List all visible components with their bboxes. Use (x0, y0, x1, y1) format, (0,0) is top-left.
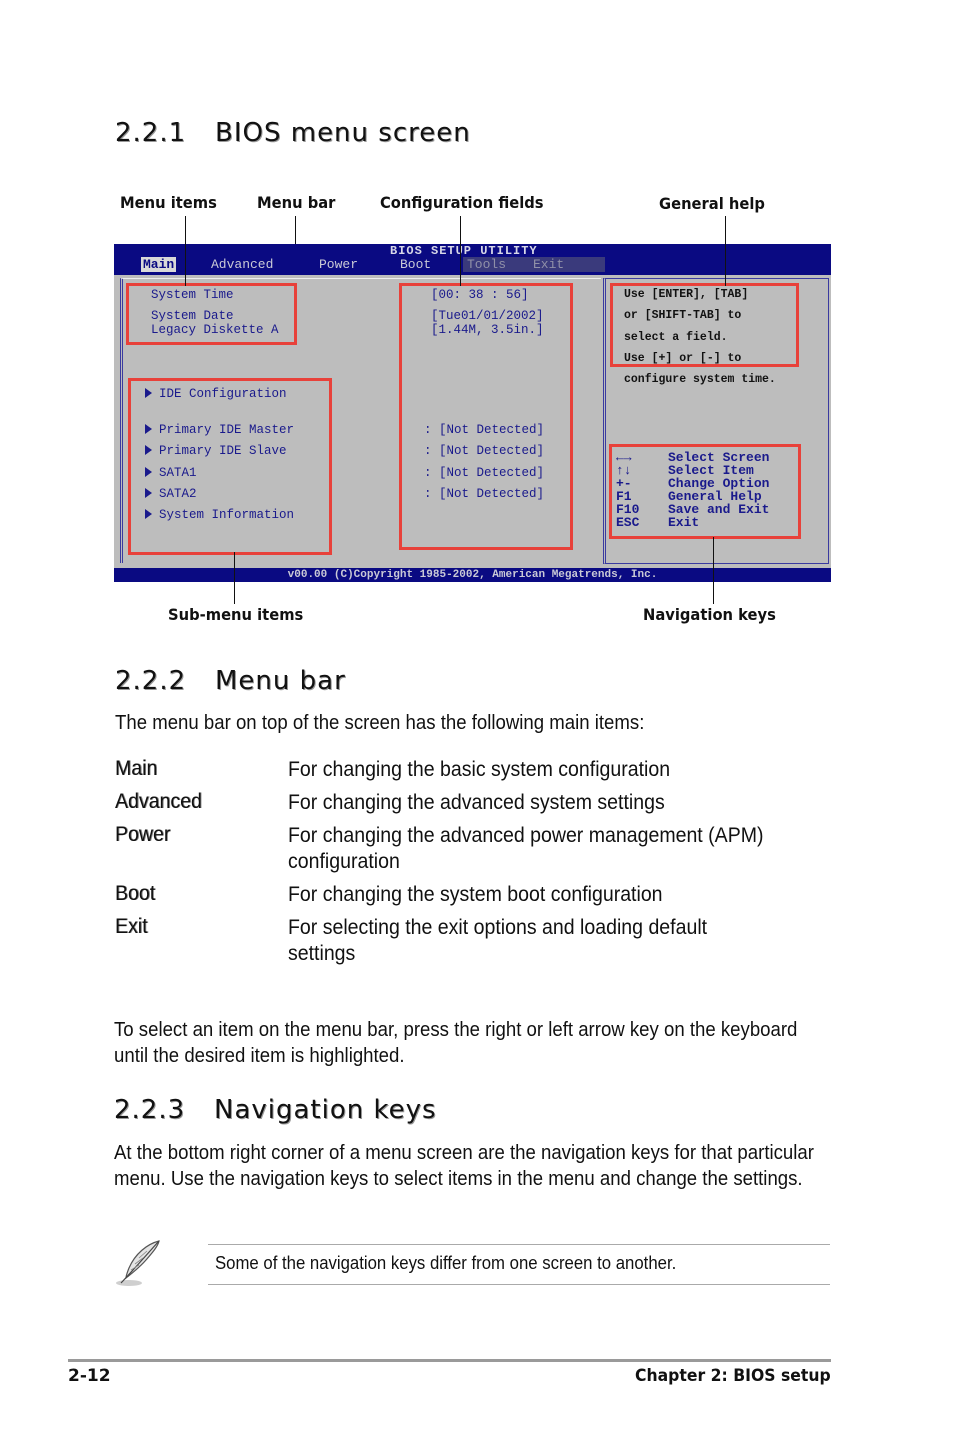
term-main: Main (115, 757, 158, 780)
definition-power: For changing the advanced power manageme… (288, 824, 764, 873)
definition-advanced: For changing the advanced system setting… (288, 791, 665, 814)
leader-line-menu-items (185, 216, 186, 286)
bios-copyright-bar: v00.00 (C)Copyright 1985-2002, American … (114, 568, 831, 582)
bios-tab-power[interactable]: Power (319, 257, 358, 272)
menu-bar-intro: The menu bar on top of the screen has th… (115, 712, 645, 734)
section-title: Menu bar (215, 666, 346, 696)
feather-pen-icon (113, 1238, 165, 1288)
bios-title: BIOS SETUP UTILITY (390, 244, 538, 258)
callout-sub-menu-items: Sub-menu items (168, 605, 304, 624)
leader-line-menu-bar (295, 216, 296, 244)
footer-divider (68, 1359, 831, 1362)
bios-help-line-5: configure system time. (624, 373, 776, 386)
definition-main: For changing the basic system configurat… (288, 758, 671, 781)
callout-menu-items: Menu items (120, 193, 217, 212)
term-boot: Boot (115, 882, 156, 905)
section-number: 2.2.1 (115, 118, 187, 148)
section-heading-navigation-keys: 2.2.3 Navigation keys (114, 1095, 437, 1125)
section-number: 2.2.3 (114, 1095, 186, 1125)
note-bottom-divider (208, 1284, 830, 1285)
footer-chapter: Chapter 2: BIOS setup (635, 1366, 831, 1386)
term-power: Power (115, 823, 171, 846)
term-advanced: Advanced (115, 790, 202, 813)
footer-page-number: 2-12 (68, 1366, 111, 1386)
highlight-sub-menu-items (128, 378, 332, 555)
bios-menu-bar: BIOS SETUP UTILITY Main Advanced Power B… (114, 244, 831, 275)
section-title: Navigation keys (214, 1095, 437, 1125)
definition-boot: For changing the system boot configurati… (288, 883, 663, 906)
bios-tab-main[interactable]: Main (141, 257, 177, 272)
note-text: Some of the navigation keys differ from … (215, 1253, 677, 1273)
term-exit: Exit (115, 915, 148, 938)
highlight-navigation-keys (609, 444, 801, 539)
highlight-general-help (610, 283, 799, 367)
definition-exit: For selecting the exit options and loadi… (288, 916, 708, 965)
section-number: 2.2.2 (115, 666, 187, 696)
bios-tab-boot[interactable]: Boot (400, 257, 431, 272)
highlight-menu-items (126, 283, 297, 345)
leader-line-sub-menu-items (234, 552, 235, 604)
callout-navigation-keys: Navigation keys (643, 605, 776, 624)
navigation-keys-body: At the bottom right corner of a menu scr… (114, 1142, 814, 1190)
callout-menu-bar: Menu bar (257, 193, 336, 212)
bios-tab-advanced[interactable]: Advanced (211, 257, 273, 272)
section-heading-bios-menu-screen: 2.2.1 BIOS menu screen (115, 118, 471, 148)
leader-line-navigation-keys (713, 537, 714, 604)
callout-general-help: General help (659, 194, 765, 213)
bios-tab-tools[interactable]: Tools (463, 257, 537, 272)
callout-configuration-fields: Configuration fields (380, 193, 544, 212)
bios-tab-exit[interactable]: Exit (529, 257, 605, 272)
menu-bar-outro: To select an item on the menu bar, press… (114, 1019, 798, 1067)
highlight-configuration-fields (399, 283, 573, 550)
section-title: BIOS menu screen (215, 118, 471, 148)
leader-line-general-help (725, 216, 726, 286)
section-heading-menu-bar: 2.2.2 Menu bar (115, 666, 346, 696)
note-top-divider (208, 1244, 830, 1245)
leader-line-configuration-fields (460, 216, 461, 286)
